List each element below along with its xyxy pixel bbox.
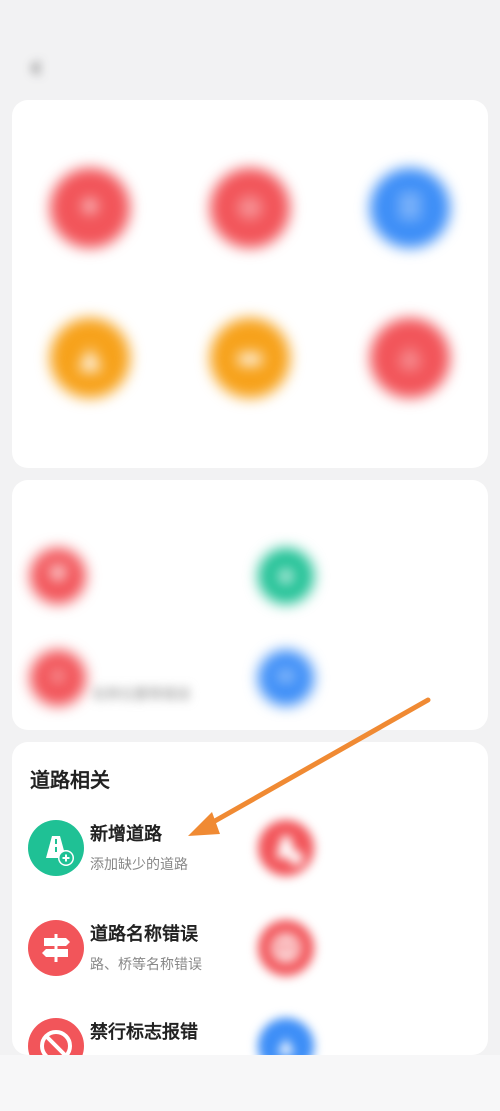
annotation-arrow-icon xyxy=(188,697,431,836)
